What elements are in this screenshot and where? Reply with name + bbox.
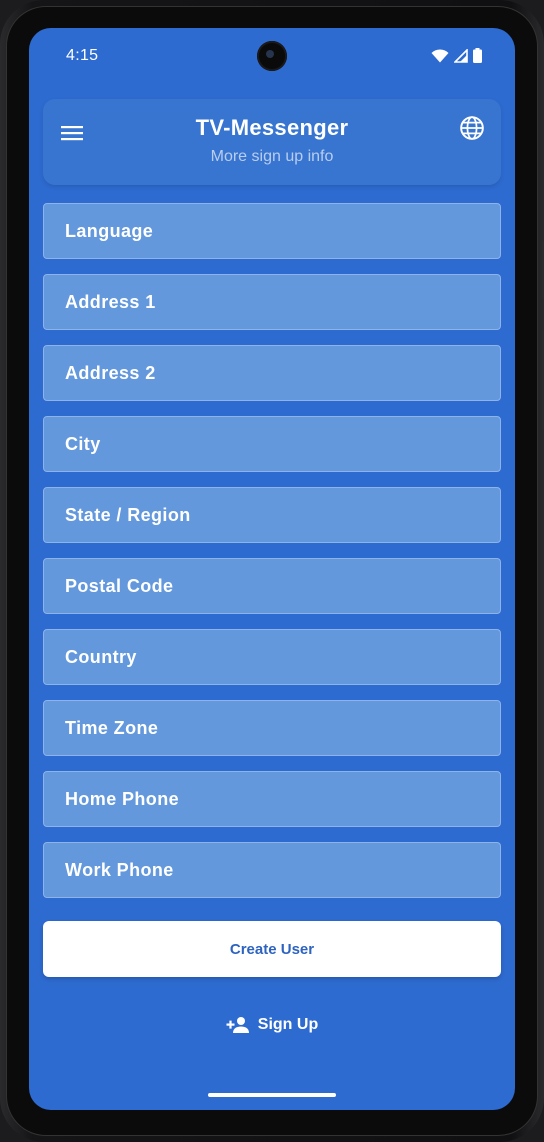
status-bar: 4:15 bbox=[29, 28, 515, 84]
app-title: TV-Messenger bbox=[195, 115, 349, 140]
address-1-field[interactable] bbox=[43, 274, 501, 330]
status-icons bbox=[431, 48, 482, 63]
create-user-button[interactable]: Create User bbox=[43, 921, 501, 977]
postal-code-field[interactable] bbox=[43, 558, 501, 614]
wifi-icon bbox=[431, 48, 449, 62]
country-field[interactable] bbox=[43, 629, 501, 685]
app-header: TV-Messenger More sign up info bbox=[43, 99, 501, 185]
globe-icon[interactable] bbox=[459, 115, 485, 141]
address-2-input[interactable] bbox=[44, 346, 500, 400]
state-region-field[interactable] bbox=[43, 487, 501, 543]
country-input[interactable] bbox=[44, 630, 500, 684]
front-camera bbox=[257, 41, 287, 71]
sign-up-label: Sign Up bbox=[257, 1016, 319, 1033]
signup-info-form bbox=[43, 203, 501, 913]
address-2-field[interactable] bbox=[43, 345, 501, 401]
home-phone-field[interactable] bbox=[43, 771, 501, 827]
address-1-input[interactable] bbox=[44, 275, 500, 329]
time-zone-field[interactable] bbox=[43, 700, 501, 756]
phone-screen: 4:15 TV-Messenger More sign up info Lang… bbox=[29, 28, 515, 1110]
language-field[interactable] bbox=[43, 203, 501, 259]
person-add-icon bbox=[226, 1017, 249, 1033]
city-field[interactable] bbox=[43, 416, 501, 472]
work-phone-field[interactable] bbox=[43, 842, 501, 898]
state-region-input[interactable] bbox=[44, 488, 500, 542]
city-input[interactable] bbox=[44, 417, 500, 471]
language-input[interactable] bbox=[44, 204, 500, 258]
work-phone-input[interactable] bbox=[44, 843, 500, 897]
device-frame: 4:15 TV-Messenger More sign up info Lang… bbox=[0, 0, 544, 1142]
status-time: 4:15 bbox=[66, 47, 99, 64]
sign-up-link[interactable]: Sign Up bbox=[29, 1016, 515, 1034]
cell-signal-icon bbox=[454, 48, 468, 63]
time-zone-input[interactable] bbox=[44, 701, 500, 755]
home-indicator[interactable] bbox=[208, 1093, 336, 1097]
postal-code-input[interactable] bbox=[44, 559, 500, 613]
battery-icon bbox=[473, 48, 482, 63]
home-phone-input[interactable] bbox=[44, 772, 500, 826]
app-subtitle: More sign up info bbox=[210, 148, 334, 165]
